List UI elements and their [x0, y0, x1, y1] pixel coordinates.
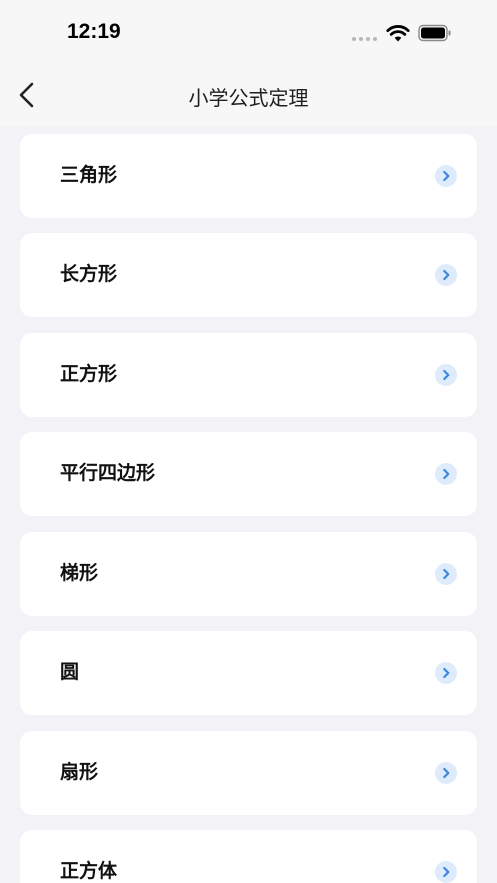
list-item-label: 扇形 [60, 761, 99, 783]
list-item-square[interactable]: 正方形 [20, 333, 477, 417]
top-area: 12:19 小学公式定理 [0, 0, 497, 127]
chevron-right-icon [435, 762, 457, 784]
chevron-right-icon [435, 463, 457, 485]
list-item-trapezoid[interactable]: 梯形 [20, 532, 477, 616]
list-item-triangle[interactable]: 三角形 [20, 134, 477, 218]
battery-icon [418, 24, 451, 42]
cellular-signal-icon [352, 37, 380, 42]
formula-list: 三角形 长方形 正方形 平行四边形 梯形 圆 扇形 正方体 [0, 127, 497, 883]
list-item-label: 圆 [60, 661, 80, 683]
page-title: 小学公式定理 [188, 86, 309, 110]
chevron-right-icon [435, 662, 457, 684]
navigation-bar: 小学公式定理 [0, 70, 497, 127]
list-item-cube[interactable]: 正方体 [20, 830, 477, 883]
list-item-parallelogram[interactable]: 平行四边形 [20, 432, 477, 516]
list-item-label: 长方形 [60, 263, 118, 285]
chevron-right-icon [435, 563, 457, 585]
list-item-label: 梯形 [60, 562, 99, 584]
chevron-right-icon [435, 861, 457, 883]
list-item-label: 正方形 [60, 363, 118, 385]
list-item-rectangle[interactable]: 长方形 [20, 233, 477, 317]
list-item-label: 正方体 [60, 860, 118, 882]
status-time: 12:19 [67, 20, 121, 43]
wifi-icon [386, 25, 410, 42]
chevron-right-icon [435, 364, 457, 386]
chevron-right-icon [435, 165, 457, 187]
list-item-circle[interactable]: 圆 [20, 631, 477, 715]
status-bar: 12:19 [0, 0, 497, 70]
chevron-right-icon [435, 264, 457, 286]
list-item-label: 三角形 [60, 164, 118, 186]
list-item-label: 平行四边形 [60, 462, 156, 484]
list-item-sector[interactable]: 扇形 [20, 731, 477, 815]
